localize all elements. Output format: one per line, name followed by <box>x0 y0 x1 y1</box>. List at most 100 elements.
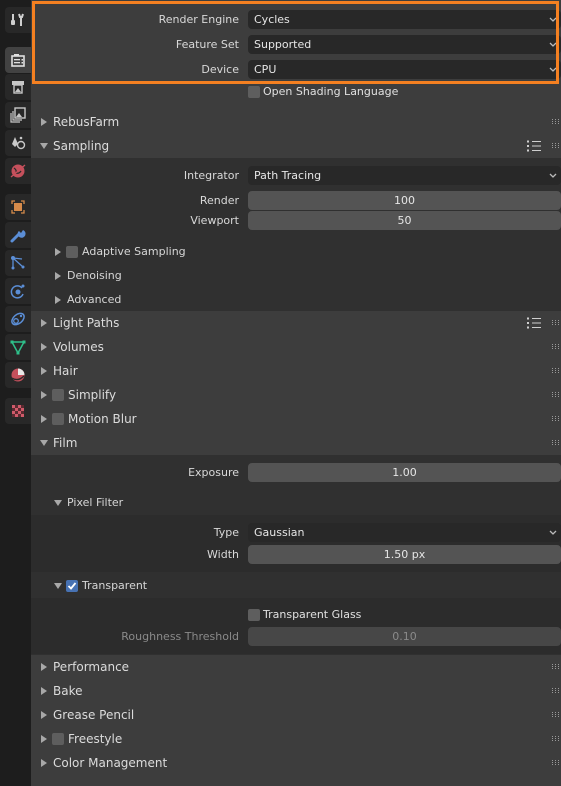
panel-hair[interactable]: Hair <box>31 359 561 383</box>
disclosure-right-icon <box>55 272 61 280</box>
drag-handle-icon[interactable] <box>552 664 561 670</box>
disclosure-right-icon <box>55 296 61 304</box>
tab-object[interactable] <box>5 194 31 220</box>
disclosure-right-icon <box>41 391 47 399</box>
filter-width-field[interactable]: 1.50 px <box>248 545 561 564</box>
subpanel-title: Transparent <box>82 579 148 592</box>
device-dropdown[interactable]: CPU <box>248 60 561 79</box>
drag-handle-icon[interactable] <box>552 688 561 694</box>
drag-handle-icon[interactable] <box>552 320 561 326</box>
particles-icon <box>11 256 25 270</box>
filter-type-value: Gaussian <box>254 526 305 539</box>
panel-bake[interactable]: Bake <box>31 679 561 703</box>
tab-render[interactable] <box>5 47 31 73</box>
panel-color-management[interactable]: Color Management <box>31 751 561 775</box>
disclosure-down-icon <box>54 500 62 506</box>
freestyle-checkbox[interactable] <box>52 733 64 745</box>
feature-set-value: Supported <box>254 38 312 51</box>
feature-set-dropdown[interactable]: Supported <box>248 35 561 54</box>
panel-title: Grease Pencil <box>53 708 135 722</box>
panel-film[interactable]: Film <box>31 431 561 455</box>
tab-world[interactable] <box>5 158 31 184</box>
panel-simplify[interactable]: Simplify <box>31 383 561 407</box>
drag-handle-icon[interactable] <box>552 344 561 350</box>
adaptive-sampling-checkbox[interactable] <box>66 246 78 258</box>
filter-type-dropdown[interactable]: Gaussian <box>248 523 561 542</box>
panel-freestyle[interactable]: Freestyle <box>31 727 561 751</box>
drag-handle-icon[interactable] <box>552 760 561 766</box>
tab-physics[interactable] <box>5 278 31 304</box>
render-camera-icon <box>11 54 25 67</box>
render-samples-field[interactable]: 100 <box>248 191 561 210</box>
panel-performance[interactable]: Performance <box>31 655 561 679</box>
panel-light-paths[interactable]: Light Paths <box>31 311 561 335</box>
disclosure-right-icon <box>41 663 47 671</box>
tab-material[interactable] <box>5 362 31 388</box>
drag-handle-icon[interactable] <box>552 416 561 422</box>
presets-list-icon[interactable] <box>527 317 541 329</box>
tab-scene[interactable] <box>5 130 31 156</box>
disclosure-right-icon <box>41 711 47 719</box>
render-engine-dropdown[interactable]: Cycles <box>248 10 561 29</box>
disclosure-right-icon <box>41 343 47 351</box>
tab-view-layer[interactable] <box>5 102 31 128</box>
subpanel-advanced[interactable]: Advanced <box>31 288 561 312</box>
integrator-label: Integrator <box>183 169 239 182</box>
tab-data[interactable] <box>5 334 31 360</box>
object-icon <box>11 200 25 214</box>
disclosure-right-icon <box>41 687 47 695</box>
tab-texture[interactable] <box>5 398 31 424</box>
tab-modifiers[interactable] <box>5 222 31 248</box>
chevron-down-icon <box>548 35 558 54</box>
drag-handle-icon[interactable] <box>552 440 561 446</box>
panel-motion-blur[interactable]: Motion Blur <box>31 407 561 431</box>
chevron-down-icon <box>548 523 558 542</box>
panel-title: Color Management <box>53 756 168 770</box>
panel-volumes[interactable]: Volumes <box>31 335 561 359</box>
transparent-glass-checkbox[interactable] <box>248 609 260 621</box>
panel-grease-pencil[interactable]: Grease Pencil <box>31 703 561 727</box>
disclosure-right-icon <box>41 735 47 743</box>
osl-checkbox[interactable] <box>248 86 260 98</box>
tab-constraints[interactable] <box>5 306 31 332</box>
subpanel-adaptive-sampling[interactable]: Adaptive Sampling <box>31 240 561 264</box>
tab-output[interactable] <box>5 74 31 100</box>
subpanel-pixel-filter[interactable]: Pixel Filter <box>31 491 561 515</box>
panel-sampling[interactable]: Sampling <box>31 134 561 158</box>
tab-particles[interactable] <box>5 250 31 276</box>
disclosure-down-icon <box>40 143 48 149</box>
transparent-checkbox[interactable] <box>66 580 78 592</box>
roughness-threshold-label: Roughness Threshold <box>121 630 239 643</box>
exposure-field[interactable]: 1.00 <box>248 463 561 482</box>
feature-set-label: Feature Set <box>175 38 239 51</box>
panel-title: Light Paths <box>53 316 120 330</box>
panel-title: Bake <box>53 684 83 698</box>
drag-handle-icon[interactable] <box>552 736 561 742</box>
subpanel-title: Advanced <box>67 293 122 306</box>
drag-handle-icon[interactable] <box>552 712 561 718</box>
simplify-checkbox[interactable] <box>52 389 64 401</box>
disclosure-down-icon <box>54 583 62 589</box>
integrator-dropdown[interactable]: Path Tracing <box>248 166 561 185</box>
drag-handle-icon[interactable] <box>552 143 561 149</box>
mesh-data-icon <box>10 340 26 355</box>
presets-list-icon[interactable] <box>527 140 541 152</box>
subpanel-transparent[interactable]: Transparent <box>31 574 561 598</box>
subpanel-title: Pixel Filter <box>67 496 124 509</box>
disclosure-right-icon <box>41 118 47 126</box>
viewport-samples-field[interactable]: 50 <box>248 211 561 230</box>
integrator-value: Path Tracing <box>254 169 322 182</box>
subpanel-denoising[interactable]: Denoising <box>31 264 561 288</box>
panel-rebusfarm[interactable]: RebusFarm <box>31 110 561 134</box>
drag-handle-icon[interactable] <box>552 392 561 398</box>
drag-handle-icon[interactable] <box>552 368 561 374</box>
motion-blur-checkbox[interactable] <box>52 413 64 425</box>
device-label: Device <box>201 63 239 76</box>
drag-handle-icon[interactable] <box>552 119 561 125</box>
subpanel-title: Denoising <box>67 269 122 282</box>
roughness-threshold-field[interactable]: 0.10 <box>248 627 561 646</box>
chevron-down-icon <box>548 10 558 29</box>
panel-title: Freestyle <box>68 732 123 746</box>
panel-title: Simplify <box>68 388 117 402</box>
tab-tool[interactable] <box>5 7 31 33</box>
